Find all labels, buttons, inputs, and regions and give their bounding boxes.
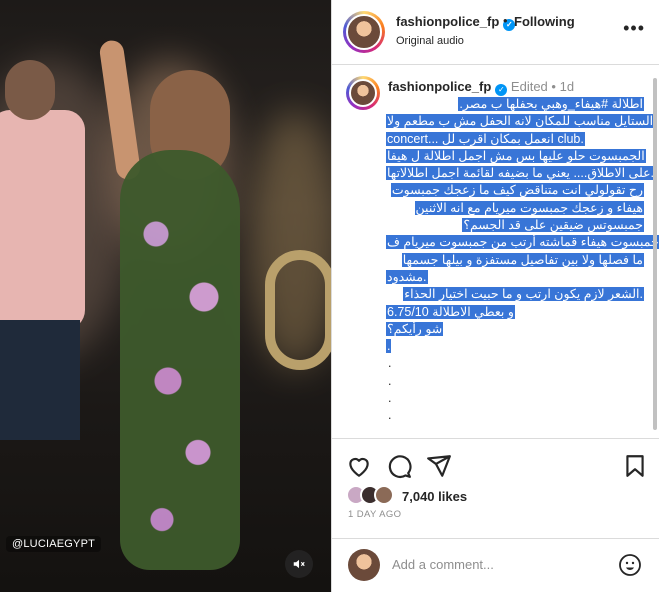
- caption-time[interactable]: 1d: [560, 79, 574, 94]
- caption-line: على الاطلاق.... يعني ما بضيفه لقائمة اجم…: [386, 165, 656, 182]
- caption-line: الستايل مناسب للمكان لانه الحفل مش ب مطع…: [386, 114, 655, 129]
- like-heart-icon[interactable]: [346, 453, 372, 479]
- caption-line: ما فصلها ولا بين تفاصيل مستفزة و بيلها ج…: [401, 252, 644, 267]
- separator-dot: •: [551, 79, 556, 94]
- media-saxophone: [265, 250, 331, 370]
- emoji-icon[interactable]: [618, 553, 642, 577]
- comment-input[interactable]: Add a comment...: [392, 557, 494, 572]
- following-button[interactable]: Following: [514, 14, 575, 29]
- caption-line: مشدود.: [386, 269, 428, 284]
- caption-line: هيفاء و زعجك جمبسوت ميريام مع انه الاثني…: [414, 200, 644, 215]
- caption-line: .: [386, 339, 392, 354]
- likes-count[interactable]: 7,040 likes: [402, 489, 467, 504]
- media-watermark: @LUCIAEGYPT: [6, 536, 102, 552]
- caption-line: و بعطي الاطلالة 6.75/10: [386, 304, 515, 319]
- share-paper-plane-icon[interactable]: [426, 453, 452, 479]
- current-user-avatar: [348, 549, 380, 581]
- separator-dot: •: [503, 13, 508, 28]
- bookmark-icon[interactable]: [622, 453, 648, 479]
- avatar[interactable]: [346, 14, 382, 50]
- liker-avatars[interactable]: [346, 485, 402, 507]
- caption-line: الجمبسوت حلو عليها بس مش اجمل اطلالة ل ه…: [386, 148, 646, 163]
- edited-label: Edited: [510, 79, 548, 94]
- post-timestamp[interactable]: 1 DAY AGO: [348, 509, 401, 520]
- caption-line: الشعر لازم يكون ارتب و ما حبيت اختيار ال…: [403, 287, 644, 302]
- caption-line: جمبسوتس ضيقين على قد الجسم؟: [462, 218, 644, 233]
- caption-dot: .: [388, 408, 392, 423]
- mute-button[interactable]: [285, 550, 313, 578]
- header-username[interactable]: fashionpolice_fp ✓: [396, 14, 516, 31]
- media-performer-jumpsuit: [120, 150, 240, 570]
- post-media-video[interactable]: @LUCIAEGYPT: [0, 0, 331, 592]
- media-person-left-head: [5, 60, 55, 120]
- post-header: fashionpolice_fp ✓ • Following Original a…: [332, 0, 659, 65]
- caption-header: fashionpolice_fp ✓ Edited • 1d: [388, 79, 574, 96]
- caption-line: شو رأيكم؟: [386, 321, 444, 336]
- post-side-panel: fashionpolice_fp ✓ • Following Original a…: [331, 0, 659, 592]
- caption-area: fashionpolice_fp ✓ Edited • 1d .اطلالة #ه…: [332, 66, 659, 438]
- caption-line: جمبسوت هيفاء قماشته أرتب من جمبسوت ميريا…: [386, 235, 659, 250]
- verified-badge-icon: ✓: [495, 84, 508, 96]
- comment-bar: Add a comment...: [332, 538, 659, 592]
- caption-scrollbar[interactable]: [652, 70, 658, 438]
- media-person-left-legs: [0, 320, 80, 440]
- caption-line: .اطلالة #هيفاء_وهبي بحفلها ب مصر: [458, 97, 644, 111]
- caption-dot: .: [388, 373, 392, 388]
- caption-dot: .: [388, 391, 392, 406]
- caption-line: concert... انعمل بمكان اقرب لل club.: [386, 131, 585, 146]
- speaker-muted-icon: [293, 559, 305, 569]
- audio-link[interactable]: Original audio: [396, 35, 464, 47]
- caption-text: .اطلالة #هيفاء_وهبي بحفلها ب مصر الستايل…: [386, 96, 659, 425]
- avatar: [374, 485, 394, 505]
- caption-avatar[interactable]: [349, 79, 377, 107]
- username-text[interactable]: fashionpolice_fp: [396, 14, 499, 29]
- more-options-icon[interactable]: •••: [623, 18, 645, 39]
- comment-bubble-icon[interactable]: [386, 453, 412, 479]
- media-person-left: [0, 110, 85, 330]
- caption-username[interactable]: fashionpolice_fp: [388, 79, 491, 94]
- caption-dot: .: [388, 356, 392, 371]
- scrollbar-thumb[interactable]: [653, 78, 657, 430]
- caption-line: رح تقولولي انت متناقض كيف ما زعجك جمبسوت: [390, 183, 644, 198]
